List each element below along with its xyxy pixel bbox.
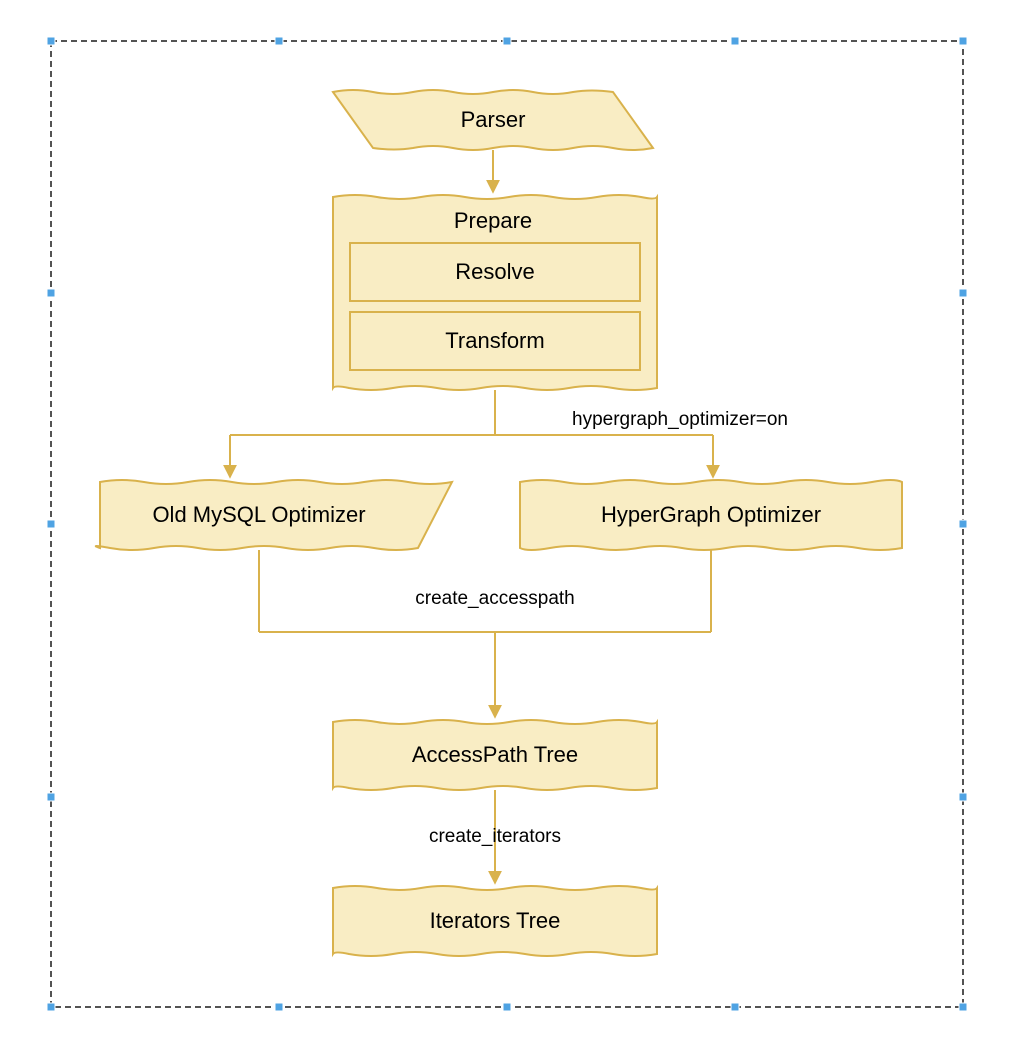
- edge-label-hypergraph-on: hypergraph_optimizer=on: [572, 409, 788, 430]
- selection-handle[interactable]: [503, 37, 511, 45]
- edge-label-create-accesspath: create_accesspath: [415, 588, 575, 609]
- node-old-optimizer-label: Old MySQL Optimizer: [152, 502, 365, 527]
- node-prepare[interactable]: Prepare Resolve Transform: [333, 195, 657, 390]
- selection-handle[interactable]: [275, 37, 283, 45]
- node-transform-label: Transform: [445, 328, 544, 353]
- edge-label-create-iterators: create_iterators: [429, 826, 561, 847]
- node-iterators-label: Iterators Tree: [430, 908, 561, 933]
- node-iterators-tree[interactable]: Iterators Tree: [333, 886, 657, 956]
- node-hypergraph-optimizer-label: HyperGraph Optimizer: [601, 502, 821, 527]
- node-resolve-label: Resolve: [455, 259, 534, 284]
- selection-handle[interactable]: [275, 1003, 283, 1011]
- selection-handle[interactable]: [47, 289, 55, 297]
- selection-handle[interactable]: [47, 520, 55, 528]
- node-old-optimizer[interactable]: Old MySQL Optimizer: [96, 480, 452, 550]
- selection-handle[interactable]: [959, 37, 967, 45]
- node-parser-label: Parser: [461, 107, 526, 132]
- selection-handle[interactable]: [731, 37, 739, 45]
- node-prepare-label: Prepare: [454, 208, 532, 233]
- selection-handle[interactable]: [959, 1003, 967, 1011]
- selection-handle[interactable]: [959, 289, 967, 297]
- diagram-canvas[interactable]: Parser Prepare Resolve Transform hypergr…: [0, 0, 1016, 1048]
- selection-handle[interactable]: [959, 793, 967, 801]
- node-resolve[interactable]: Resolve: [350, 243, 640, 301]
- node-accesspath-label: AccessPath Tree: [412, 742, 578, 767]
- node-parser[interactable]: Parser: [333, 90, 653, 150]
- node-transform[interactable]: Transform: [350, 312, 640, 370]
- edge-prepare-split: [230, 390, 713, 476]
- selection-handle[interactable]: [47, 793, 55, 801]
- selection-handle[interactable]: [731, 1003, 739, 1011]
- selection-handle[interactable]: [503, 1003, 511, 1011]
- selection-handle[interactable]: [47, 1003, 55, 1011]
- selection-handle[interactable]: [47, 37, 55, 45]
- node-accesspath-tree[interactable]: AccessPath Tree: [333, 720, 657, 790]
- node-hypergraph-optimizer[interactable]: HyperGraph Optimizer: [520, 480, 902, 550]
- selection-handle[interactable]: [959, 520, 967, 528]
- edge-merge-accesspath: [259, 550, 711, 716]
